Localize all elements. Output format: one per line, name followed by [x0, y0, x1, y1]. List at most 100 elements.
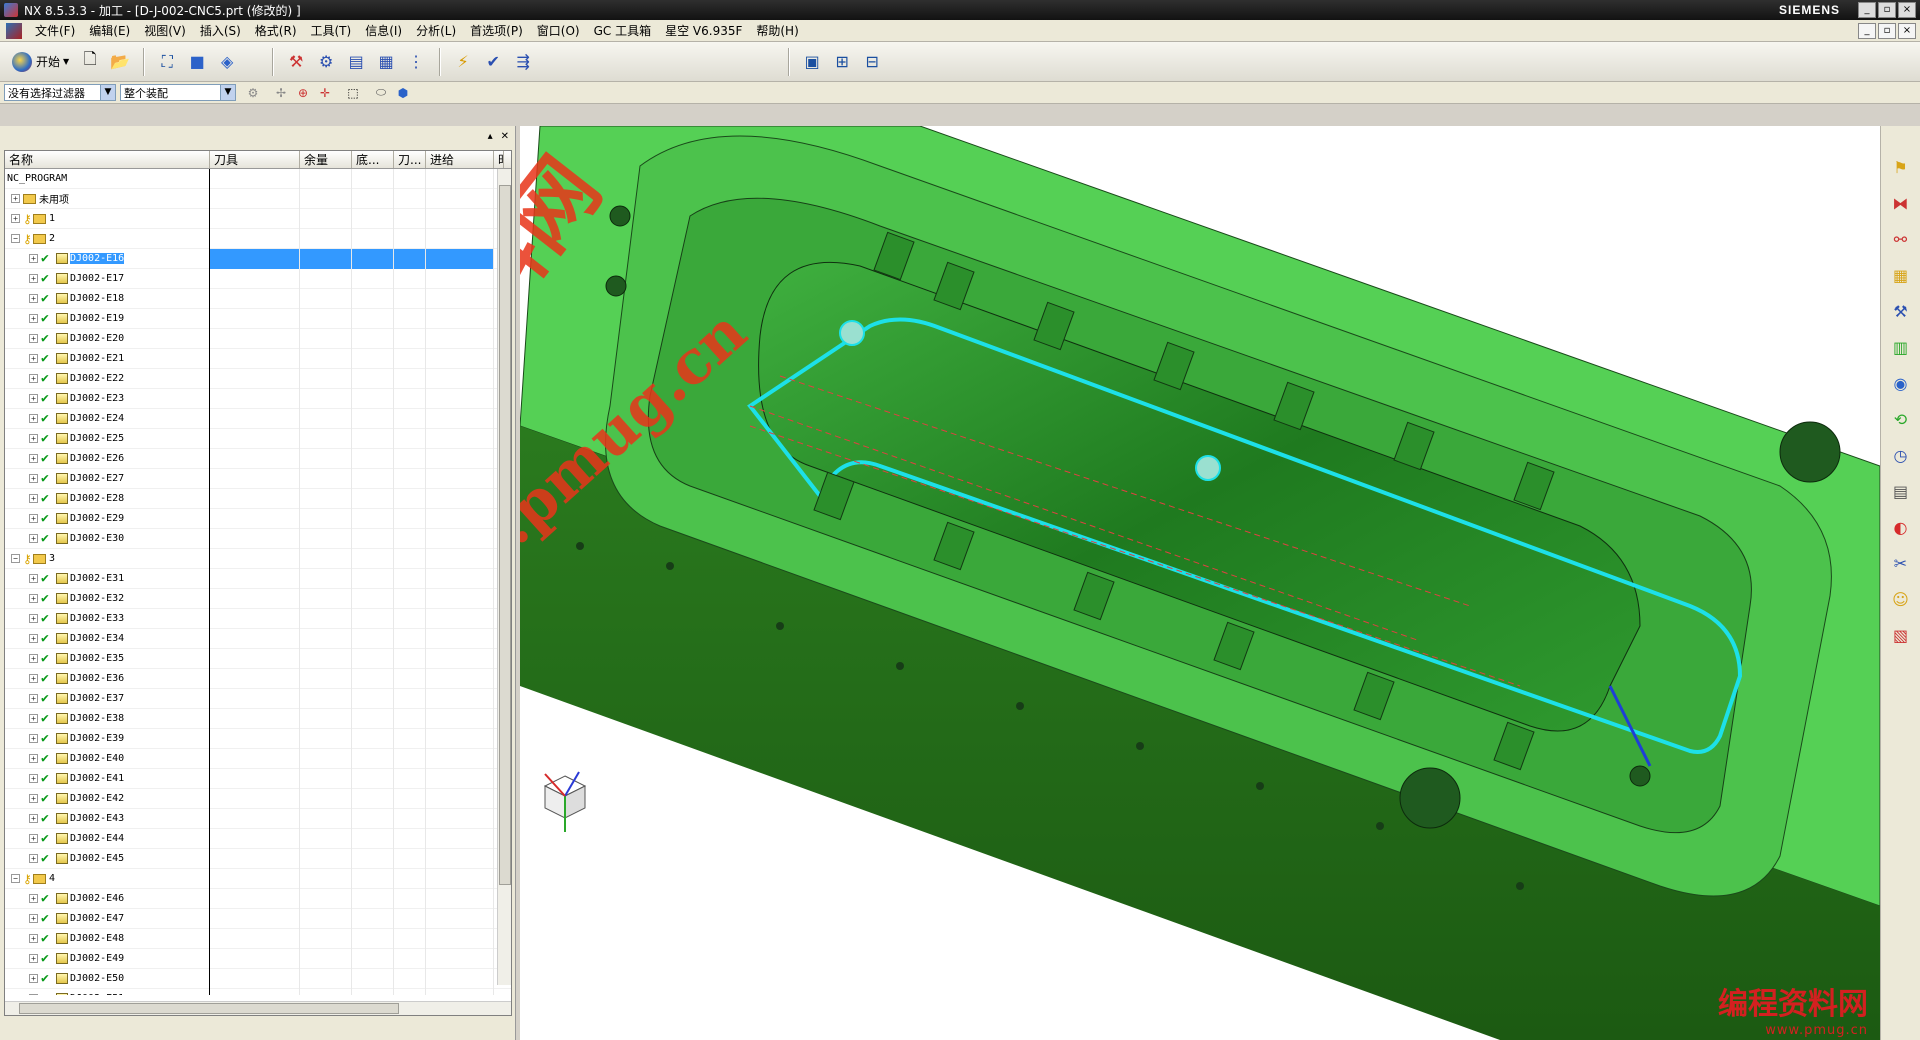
column-time[interactable]: 时 [494, 151, 504, 168]
operation-row[interactable]: + ✔ DJ002-E39 [5, 728, 511, 749]
panel-close-icon[interactable]: ✕ [501, 131, 509, 142]
menu-tools[interactable]: 工具(T) [304, 20, 359, 42]
operation-row[interactable]: + ✔ DJ002-E31 [5, 568, 511, 589]
horizontal-scrollbar[interactable] [5, 1001, 511, 1015]
operation-row[interactable]: + ✔ DJ002-E50 [5, 968, 511, 989]
operation-row[interactable]: + ✔ DJ002-E24 [5, 408, 511, 429]
operation-row[interactable]: + ✔ DJ002-E47 [5, 908, 511, 929]
expand-icon[interactable]: + [29, 514, 38, 523]
operation-row[interactable]: + ✔ DJ002-E30 [5, 528, 511, 549]
menu-gc-toolbox[interactable]: GC 工具箱 [587, 20, 659, 42]
operation-row[interactable]: + ✔ DJ002-E42 [5, 788, 511, 809]
expand-icon[interactable]: + [29, 654, 38, 663]
operation-row[interactable]: + ✔ DJ002-E20 [5, 328, 511, 349]
shaded-view-icon[interactable]: ■ [184, 49, 210, 75]
display-toolpath-icon[interactable]: ▣ [799, 49, 825, 75]
new-file-icon[interactable]: 🗋 [77, 49, 103, 75]
expand-icon[interactable]: + [29, 414, 38, 423]
select-body-icon[interactable]: ⬭ [372, 84, 390, 102]
create-geometry-icon[interactable]: ▤ [343, 49, 369, 75]
expand-icon[interactable]: + [29, 494, 38, 503]
filter-settings-icon[interactable]: ⚙ [244, 84, 262, 102]
expand-icon[interactable]: + [29, 734, 38, 743]
operation-row[interactable]: +✔ DJ002-E51 [5, 988, 511, 995]
expand-icon[interactable]: + [29, 634, 38, 643]
operation-row[interactable]: + ✔ DJ002-E23 [5, 388, 511, 409]
tree-root-row[interactable]: NC_PROGRAM [5, 169, 511, 189]
expand-icon[interactable]: + [29, 994, 38, 995]
operation-row[interactable]: + ✔ DJ002-E29 [5, 508, 511, 529]
expand-icon[interactable]: + [29, 614, 38, 623]
operation-row[interactable]: + ✔ DJ002-E48 [5, 928, 511, 949]
doc-restore-button[interactable]: ▫ [1878, 23, 1896, 39]
expand-icon[interactable]: + [11, 194, 20, 203]
operation-row[interactable]: + ✔ DJ002-E34 [5, 628, 511, 649]
column-feed[interactable]: 进给 [426, 151, 494, 168]
postprocess-icon[interactable]: ⇶ [510, 49, 536, 75]
expand-icon[interactable]: + [29, 394, 38, 403]
roles-icon[interactable]: ☺ [1888, 586, 1914, 612]
operation-row[interactable]: + ✔ DJ002-E36 [5, 668, 511, 689]
orient-view-icon[interactable]: ◈ [214, 49, 240, 75]
clock-icon[interactable]: ◷ [1888, 442, 1914, 468]
operation-row[interactable]: + ✔ DJ002-E32 [5, 588, 511, 609]
operation-row[interactable]: + ✔ DJ002-E35 [5, 648, 511, 669]
operation-row[interactable]: + ✔ DJ002-E19 [5, 308, 511, 329]
menu-format[interactable]: 格式(R) [248, 20, 304, 42]
operation-row[interactable]: + ✔ DJ002-E41 [5, 768, 511, 789]
collapse-icon[interactable]: − [11, 874, 20, 883]
restore-button[interactable]: ▫ [1878, 2, 1896, 18]
doc-minimize-button[interactable]: _ [1858, 23, 1876, 39]
close-button[interactable]: × [1898, 2, 1916, 18]
expand-icon[interactable]: + [29, 774, 38, 783]
process-studio-icon[interactable]: ▤ [1888, 478, 1914, 504]
menu-window[interactable]: 窗口(O) [530, 20, 587, 42]
operation-row[interactable]: + ✔ DJ002-E38 [5, 708, 511, 729]
operation-row[interactable]: + ✔ DJ002-E33 [5, 608, 511, 629]
expand-icon[interactable]: + [29, 694, 38, 703]
operation-row[interactable]: + ✔ DJ002-E28 [5, 488, 511, 509]
menu-help[interactable]: 帮助(H) [749, 20, 805, 42]
machining-icon[interactable]: ⊞ [829, 49, 855, 75]
expand-icon[interactable]: + [29, 454, 38, 463]
create-tool-icon[interactable]: ⚙ [313, 49, 339, 75]
expand-icon[interactable]: + [29, 974, 38, 983]
palette-icon[interactable]: ◐ [1888, 514, 1914, 540]
doc-close-button[interactable]: × [1898, 23, 1916, 39]
rectangle-select-icon[interactable]: ⬚ [344, 84, 362, 102]
menu-info[interactable]: 信息(I) [358, 20, 409, 42]
expand-icon[interactable]: + [29, 334, 38, 343]
column-name[interactable]: 名称 [5, 151, 210, 168]
scrollbar-thumb[interactable] [19, 1003, 399, 1014]
expand-icon[interactable]: + [29, 474, 38, 483]
select-point-icon[interactable]: ⊕ [294, 84, 312, 102]
manufacturing-wizard-icon[interactable]: ✂ [1888, 550, 1914, 576]
operation-row[interactable]: + ✔ DJ002-E22 [5, 368, 511, 389]
create-operation-icon[interactable]: ⋮ [403, 49, 429, 75]
selection-filter-dropdown[interactable]: 没有选择过滤器 ▼ [4, 84, 116, 101]
assembly-navigator-icon[interactable]: ⚑ [1888, 154, 1914, 180]
operation-row[interactable]: + ✔ DJ002-E46 [5, 888, 511, 909]
expand-icon[interactable]: + [29, 914, 38, 923]
column-tool[interactable]: 刀具 [210, 151, 300, 168]
menu-analysis[interactable]: 分析(L) [409, 20, 463, 42]
expand-icon[interactable]: + [29, 834, 38, 843]
cut-icon[interactable]: ⊟ [859, 49, 885, 75]
expand-icon[interactable]: + [29, 354, 38, 363]
web-browser-icon[interactable]: ◉ [1888, 370, 1914, 396]
program-group-row[interactable]: − ⚷ 2 [5, 228, 511, 249]
operation-row[interactable]: + ✔ DJ002-E45 [5, 848, 511, 869]
assembly-scope-dropdown[interactable]: 整个装配 ▼ [120, 84, 236, 101]
operation-row[interactable]: + ✔ DJ002-E21 [5, 348, 511, 369]
operation-row[interactable]: + ✔ DJ002-E44 [5, 828, 511, 849]
scrollbar-thumb[interactable] [499, 185, 511, 885]
menu-edit[interactable]: 编辑(E) [82, 20, 137, 42]
expand-icon[interactable]: + [29, 594, 38, 603]
operation-row[interactable]: + ✔ DJ002-E18 [5, 288, 511, 309]
expand-icon[interactable]: + [29, 434, 38, 443]
create-method-icon[interactable]: ▦ [373, 49, 399, 75]
operation-row[interactable]: + ✔ DJ002-E43 [5, 808, 511, 829]
expand-icon[interactable]: + [29, 274, 38, 283]
column-stock[interactable]: 余量 [300, 151, 352, 168]
expand-icon[interactable]: + [29, 814, 38, 823]
